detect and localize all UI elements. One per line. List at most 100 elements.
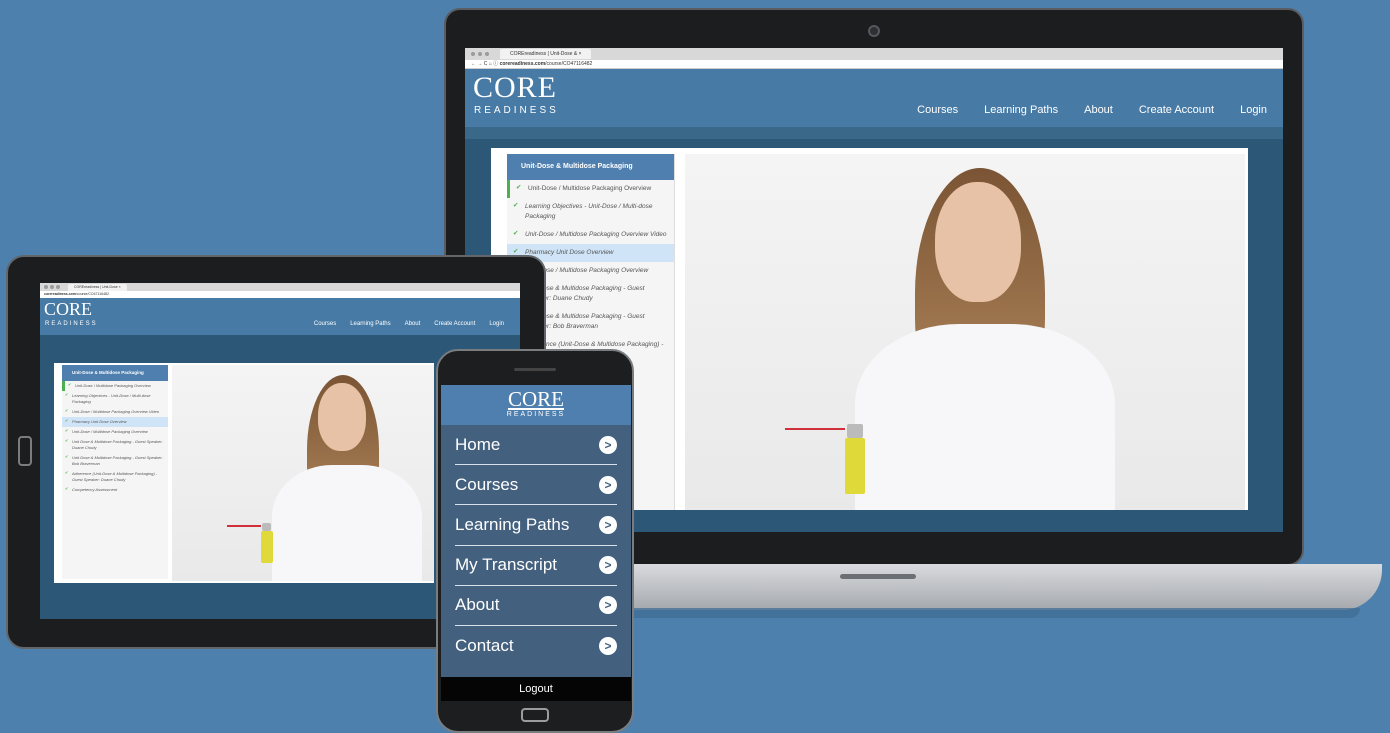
sidebar-item-label: Unit-Dose / Multidose Packaging Overview… [525, 231, 667, 238]
tablet-home-button[interactable] [18, 436, 32, 466]
phone-speaker [514, 368, 556, 371]
window-maximize-icon[interactable] [485, 52, 489, 56]
nav-learning-paths[interactable]: Learning Paths [350, 321, 390, 327]
nav-create-account[interactable]: Create Account [1139, 104, 1214, 116]
sidebar-item-label: Unit-Dose / Multidose Packaging Overview [528, 185, 652, 192]
check-icon: ✔ [65, 438, 69, 443]
sidebar-item[interactable]: ✔ Learning Objectives - Unit-Dose / Multi… [62, 391, 168, 407]
window-maximize-icon[interactable] [56, 285, 60, 289]
url-path: /course/CO47116482 [545, 61, 593, 67]
bottle-prop [845, 438, 865, 494]
sidebar-item-label: Competency Assessment [72, 487, 118, 492]
nav-learning-paths[interactable]: Learning Paths [984, 104, 1058, 116]
bottle-cap [262, 523, 271, 531]
presenter-face [318, 383, 366, 451]
menu-item-courses[interactable]: Courses > [455, 465, 617, 506]
laptop-base [560, 564, 1382, 610]
probe-prop [785, 428, 845, 430]
bottle-prop [261, 531, 273, 563]
logo[interactable]: CORE [44, 300, 92, 318]
menu-item-contact[interactable]: Contact > [455, 626, 617, 666]
sidebar-item-label: Unit-Dose / Multidose Packaging Overview [72, 429, 148, 434]
site-header: CORE READINESS Courses Learning Paths Ab… [40, 298, 520, 335]
menu-item-my-transcript[interactable]: My Transcript > [455, 546, 617, 586]
logout-button[interactable]: Logout [441, 677, 631, 701]
sidebar-item-label: Unit-Dose / Multidose Packaging Overview [75, 383, 151, 388]
logo[interactable]: CORE [441, 385, 631, 411]
url-domain: corereadiness.com [44, 292, 76, 296]
window-close-icon[interactable] [44, 285, 48, 289]
check-icon: ✔ [65, 470, 69, 475]
check-icon: ✔ [65, 418, 69, 423]
browser-tab[interactable]: COREreadiness | Unit-Dose & × [500, 49, 592, 59]
sidebar-item-label: Pharmacy Unit Dose Overview [72, 419, 127, 424]
site-header: CORE READINESS Courses Learning Paths Ab… [465, 69, 1283, 127]
sidebar-item[interactable]: ✔ Learning Objectives - Unit-Dose / Multi… [507, 198, 674, 226]
sidebar-item[interactable]: ✔Unit-Dose / Multidose Packaging Overvie… [507, 226, 674, 244]
sidebar-item[interactable]: ✔ Competency Assessment [62, 485, 168, 495]
menu-item-label: Home [455, 434, 501, 454]
sidebar-item[interactable]: ✔ Unit-Dose / Multidose Packaging Overvie… [507, 180, 674, 198]
sidebar-title: Unit-Dose & Multidose Packaging [62, 365, 168, 381]
sidebar-item[interactable]: ✔Adherence (Unit-Dose & Multidose Packag… [62, 469, 168, 485]
logo-subtitle: READINESS [45, 321, 98, 327]
video-player[interactable] [685, 154, 1245, 510]
presenter-coat [272, 465, 422, 581]
presenter-face [935, 182, 1021, 302]
sidebar-item-label: Learning Objectives - Unit-Dose / Multi-… [525, 203, 653, 220]
sidebar-item[interactable]: ✔Unit-Dose / Multidose Packaging Overvie… [62, 381, 168, 391]
menu-item-label: My Transcript [455, 555, 558, 575]
phone-home-button[interactable] [521, 708, 549, 722]
sidebar-item-label: Pharmacy Unit Dose Overview [525, 249, 614, 256]
menu-item-label: Courses [455, 474, 519, 494]
chevron-right-icon: > [599, 556, 617, 575]
address-bar[interactable]: corereadiness.com/course/CO47116482 [40, 291, 520, 298]
sidebar-item-label: Unit Dose & Multidose Packaging - Guest … [72, 439, 163, 450]
mobile-header: CORE READINESS [441, 385, 631, 425]
subheader-bar [465, 127, 1283, 139]
check-icon: ✔ [68, 382, 72, 387]
chevron-right-icon: > [599, 515, 617, 534]
nav-arrows-icon[interactable]: ← → C ⌂ ⓘ [471, 61, 500, 67]
window-minimize-icon[interactable] [478, 52, 482, 56]
menu-item-learning-paths[interactable]: Learning Paths > [455, 505, 617, 546]
bottle-cap [847, 424, 863, 438]
course-sidebar: Unit-Dose & Multidose Packaging ✔ Unit-Do… [62, 365, 168, 579]
nav-login[interactable]: Login [1240, 104, 1267, 116]
nav-courses[interactable]: Courses [917, 104, 958, 116]
window-minimize-icon[interactable] [50, 285, 54, 289]
chevron-right-icon: > [599, 475, 617, 494]
nav-about[interactable]: About [1084, 104, 1113, 116]
browser-tabbar: COREreadiness | Unit-Dose & × [465, 48, 1283, 60]
sidebar-item-label: Unit-Dose / Multidose Packaging Overview… [72, 409, 160, 414]
nav-courses[interactable]: Courses [314, 321, 336, 327]
browser-tabbar: COREreadiness | Unit-Dose × [40, 283, 520, 291]
check-icon: ✔ [65, 486, 69, 491]
menu-item-about[interactable]: About > [455, 586, 617, 626]
sidebar-item[interactable]: ✔Unit Dose & Multidose Packaging - Guest… [62, 453, 168, 469]
nav-create-account[interactable]: Create Account [434, 321, 475, 327]
sidebar-item-current[interactable]: ✔ Pharmacy Unit Dose Overview [62, 417, 168, 427]
main-nav: Courses Learning Paths About Create Acco… [917, 104, 1267, 116]
sidebar-item[interactable]: ✔Unit-Dose / Multidose Packaging Overvie… [62, 427, 168, 437]
main-nav: Courses Learning Paths About Create Acco… [314, 321, 504, 327]
sidebar-item-label: Adherence (Unit-Dose & Multidose Packagi… [72, 471, 158, 482]
nav-about[interactable]: About [405, 321, 421, 327]
menu-item-label: Learning Paths [455, 514, 570, 534]
menu-item-home[interactable]: Home > [455, 425, 617, 466]
nav-login[interactable]: Login [489, 321, 504, 327]
phone-screen: CORE READINESS Home > Courses > Learning P… [441, 385, 631, 701]
logo-subtitle: READINESS [474, 105, 559, 116]
window-close-icon[interactable] [471, 52, 475, 56]
video-player[interactable] [172, 365, 434, 581]
chevron-right-icon: > [599, 637, 617, 656]
sidebar-item[interactable]: ✔Unit Dose & Multidose Packaging - Guest… [62, 437, 168, 453]
sidebar-item[interactable]: ✔Unit-Dose / Multidose Packaging Overvie… [62, 407, 168, 417]
logo[interactable]: CORE [473, 73, 557, 103]
check-icon: ✔ [65, 392, 69, 397]
sidebar-item-label: Unit Dose & Multidose Packaging - Guest … [72, 455, 163, 466]
sidebar-title: Unit-Dose & Multidose Packaging [507, 154, 674, 180]
browser-tab[interactable]: COREreadiness | Unit-Dose × [68, 283, 127, 291]
check-icon: ✔ [516, 184, 522, 191]
address-bar[interactable]: ← → C ⌂ ⓘ corereadiness.com/course/CO471… [465, 60, 1283, 69]
